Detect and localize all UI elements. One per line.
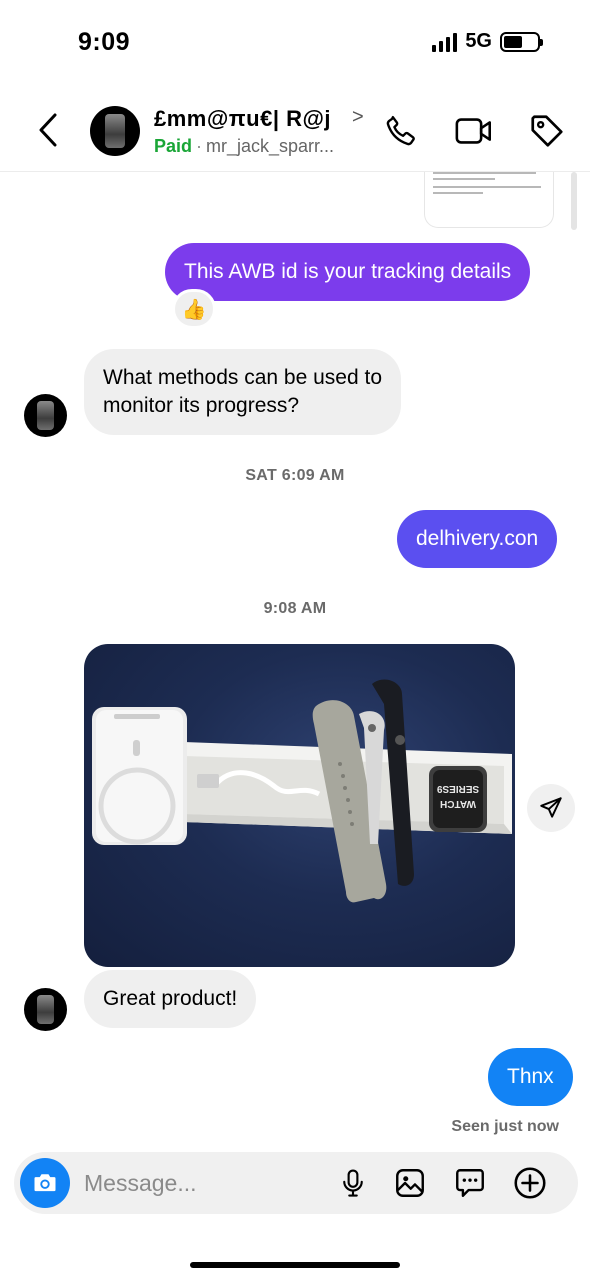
send-icon — [540, 797, 562, 818]
message-input[interactable] — [84, 1166, 324, 1200]
gallery-button[interactable] — [391, 1164, 429, 1202]
seen-status: Seen just now — [451, 1118, 559, 1135]
camera-icon — [34, 1174, 56, 1192]
status-time: 9:09 — [78, 28, 131, 56]
message-line: monitor its progress? — [103, 394, 300, 417]
subtitle-separator: · — [196, 136, 203, 156]
svg-text:WATCH: WATCH — [440, 798, 476, 809]
contact-subtitle: Paid · mr_jack_sparr... — [154, 136, 334, 157]
message-bubble-in[interactable]: Great product! — [84, 970, 257, 1028]
chat-bubble-icon — [456, 1169, 484, 1197]
tag-icon — [531, 115, 563, 147]
phone-icon — [386, 116, 415, 146]
message-bubble-out[interactable]: delhivery.con — [397, 510, 558, 568]
message-timestamp: SAT 6:09 AM — [245, 467, 345, 484]
plus-circle-icon — [514, 1167, 546, 1199]
svg-text:SERIES9: SERIES9 — [436, 783, 479, 794]
photo-attachment[interactable]: WATCH SERIES9 — [84, 644, 515, 967]
paid-badge: Paid — [154, 136, 193, 156]
watch-series-label: SERIES9 — [436, 783, 479, 794]
message-line: What methods can be used to — [103, 366, 382, 389]
chat-header: £mm@πu€| R@j > Paid · mr_jack_sparr... — [0, 90, 590, 172]
message-bubble-in[interactable]: What methods can be used to monitor its … — [84, 349, 401, 435]
message-composer — [14, 1152, 578, 1214]
voice-message-button[interactable] — [334, 1164, 372, 1202]
microphone-icon — [343, 1169, 363, 1197]
video-call-button[interactable] — [453, 110, 495, 152]
reaction-badge[interactable]: 👍 — [172, 289, 216, 329]
share-button[interactable] — [527, 784, 575, 832]
watch-label: WATCH — [440, 798, 476, 809]
more-options-button[interactable] — [511, 1164, 549, 1202]
sticker-button[interactable] — [451, 1164, 489, 1202]
message-thread[interactable]: This AWB id is your tracking details 👍 W… — [0, 172, 590, 1150]
contact-avatar[interactable] — [90, 106, 140, 156]
status-bar: 9:09 5G — [0, 0, 590, 90]
scrollbar[interactable] — [571, 172, 577, 230]
message-bubble-out[interactable]: Thnx — [488, 1048, 573, 1106]
message-timestamp: 9:08 AM — [263, 600, 327, 617]
camera-button[interactable] — [20, 1158, 70, 1208]
message-bubble-out[interactable]: This AWB id is your tracking details — [165, 243, 531, 301]
contact-name[interactable]: £mm@πu€| R@j — [154, 106, 331, 132]
call-button[interactable] — [380, 110, 422, 152]
product-photo: WATCH SERIES9 — [92, 679, 512, 903]
image-icon — [396, 1169, 424, 1197]
sender-avatar[interactable] — [24, 394, 67, 437]
home-indicator[interactable] — [190, 1262, 400, 1268]
sender-avatar[interactable] — [24, 988, 67, 1031]
document-preview[interactable] — [424, 172, 554, 228]
contact-username: mr_jack_sparr... — [206, 136, 335, 156]
signal-icon — [432, 32, 458, 52]
back-button[interactable] — [30, 108, 66, 152]
status-indicators: 5G — [432, 30, 543, 53]
tag-button[interactable] — [526, 110, 568, 152]
network-label: 5G — [465, 30, 492, 52]
battery-icon — [500, 31, 543, 52]
chevron-right-icon[interactable]: > — [352, 106, 364, 129]
chevron-left-icon — [39, 113, 57, 147]
video-camera-icon — [455, 118, 491, 144]
